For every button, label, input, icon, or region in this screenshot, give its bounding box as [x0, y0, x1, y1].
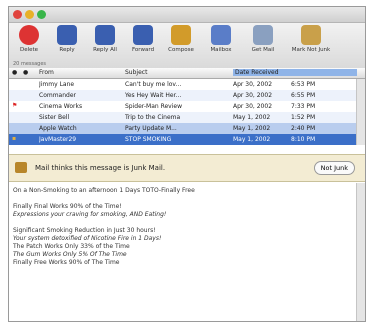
delete-button[interactable]: Delete	[11, 25, 47, 53]
message-count: 20 messages	[13, 61, 47, 67]
message-row[interactable]: Apple Watch Party Update M... May 1, 200…	[9, 123, 365, 134]
delete-label: Delete	[19, 47, 39, 53]
message-row[interactable]: Commander Yes Hey Wait Her... Apr 30, 20…	[9, 90, 365, 101]
minimize-window-button[interactable]	[25, 10, 34, 19]
toolbar: Delete Reply Reply All Forward Compose M…	[9, 23, 365, 69]
mark-not-junk-label: Mark Not Junk	[291, 47, 331, 53]
zoom-window-button[interactable]	[37, 10, 46, 19]
date-cell: May 1, 2002	[233, 114, 271, 121]
date-cell: May 1, 2002	[233, 136, 271, 143]
title-bar	[9, 7, 365, 23]
body-line: Finally Final Works 90% of the Time!	[13, 203, 122, 210]
message-row[interactable]: Sister Bell Trip to the Cinema May 1, 20…	[9, 112, 365, 123]
date-cell: May 1, 2002	[233, 125, 271, 132]
body-line	[13, 219, 359, 227]
subject-column-header[interactable]: Subject	[125, 69, 147, 76]
reply-all-icon	[95, 25, 115, 45]
forward-label: Forward	[131, 47, 155, 53]
delete-icon	[19, 25, 39, 45]
from-cell: Sister Bell	[39, 114, 70, 121]
date-cell: Apr 30, 2002	[233, 103, 273, 110]
time-cell: 6:53 PM	[291, 81, 316, 88]
message-list-header: ● ● From Subject Date Received	[9, 68, 365, 79]
mailbox-icon	[211, 25, 231, 45]
subject-cell: Party Update M...	[125, 125, 177, 132]
message-list-scrollbar[interactable]	[356, 79, 365, 145]
junk-banner-text: Mail thinks this message is Junk Mail.	[35, 164, 166, 172]
body-line: On a Non-Smoking to an afternoon 1 Days …	[13, 187, 195, 194]
subject-cell: Can't buy me lov...	[125, 81, 182, 88]
reply-icon	[57, 25, 77, 45]
get-mail-button[interactable]: Get Mail	[245, 25, 281, 53]
reply-all-label: Reply All	[93, 47, 117, 53]
subject-cell: Yes Hey Wait Her...	[125, 92, 182, 99]
time-cell: 8:10 PM	[291, 136, 316, 143]
subject-cell: Trip to the Cinema	[125, 114, 181, 121]
subject-cell: Spider-Man Review	[125, 103, 183, 110]
date-cell: Apr 30, 2002	[233, 81, 273, 88]
from-cell: JavMaster29	[39, 136, 77, 143]
subject-cell: STOP SMOKING	[125, 136, 172, 143]
compose-button[interactable]: Compose	[163, 25, 199, 53]
mark-not-junk-button[interactable]: Mark Not Junk	[287, 25, 335, 53]
body-line: Expressions your craving for smoking, AN…	[13, 211, 167, 218]
get-mail-label: Get Mail	[251, 47, 275, 53]
junk-mail-banner: Mail thinks this message is Junk Mail. N…	[9, 154, 365, 182]
forward-button[interactable]: Forward	[125, 25, 161, 53]
from-cell: Jimmy Lane	[39, 81, 75, 88]
junk-mail-icon: ▪	[12, 135, 17, 142]
not-junk-button[interactable]: Not Junk	[313, 161, 355, 175]
from-cell: Commander	[39, 92, 76, 99]
body-line: Significant Smoking Reduction in Just 30…	[13, 227, 156, 234]
mailbox-label: Mailbox	[210, 47, 232, 53]
body-line: The Gum Works Only 5% Of The Time	[13, 251, 127, 258]
body-line: The Patch Works Only 33% of the Time	[13, 243, 130, 250]
from-cell: Cinema Works	[39, 103, 83, 110]
body-line: Finally Free Works 90% of The Time	[13, 259, 120, 266]
from-cell: Apple Watch	[39, 125, 77, 132]
reply-button[interactable]: Reply	[49, 25, 85, 53]
date-column-header[interactable]: Date Received	[233, 69, 357, 76]
date-cell: Apr 30, 2002	[233, 92, 273, 99]
from-column-header[interactable]: From	[39, 69, 54, 76]
time-cell: 6:55 PM	[291, 92, 316, 99]
read-status-column[interactable]: ●	[12, 69, 17, 76]
close-window-button[interactable]	[13, 10, 22, 19]
reply-label: Reply	[59, 47, 75, 53]
message-row[interactable]: Jimmy Lane Can't buy me lov... Apr 30, 2…	[9, 79, 365, 90]
body-line	[13, 195, 359, 203]
reply-all-button[interactable]: Reply All	[87, 25, 123, 53]
forward-icon	[133, 25, 153, 45]
time-cell: 7:33 PM	[291, 103, 316, 110]
message-row[interactable]: ⚑ Cinema Works Spider-Man Review Apr 30,…	[9, 101, 365, 112]
mailbox-button[interactable]: Mailbox	[203, 25, 239, 53]
junk-mail-icon	[15, 162, 27, 173]
mail-window: Delete Reply Reply All Forward Compose M…	[8, 6, 366, 322]
compose-label: Compose	[168, 47, 194, 53]
body-line: Your system detoxified of Nicotine Fire …	[13, 235, 162, 242]
get-mail-icon	[253, 25, 273, 45]
mark-not-junk-icon	[301, 25, 321, 45]
compose-icon	[171, 25, 191, 45]
message-body-scrollbar[interactable]	[356, 183, 365, 321]
message-row-selected[interactable]: ▪ JavMaster29 STOP SMOKING May 1, 2002 8…	[9, 134, 365, 145]
time-cell: 1:52 PM	[291, 114, 316, 121]
flag-icon: ⚑	[12, 102, 18, 109]
message-body: On a Non-Smoking to an afternoon 1 Days …	[13, 187, 359, 267]
flag-column[interactable]: ●	[23, 69, 28, 76]
time-cell: 2:40 PM	[291, 125, 316, 132]
